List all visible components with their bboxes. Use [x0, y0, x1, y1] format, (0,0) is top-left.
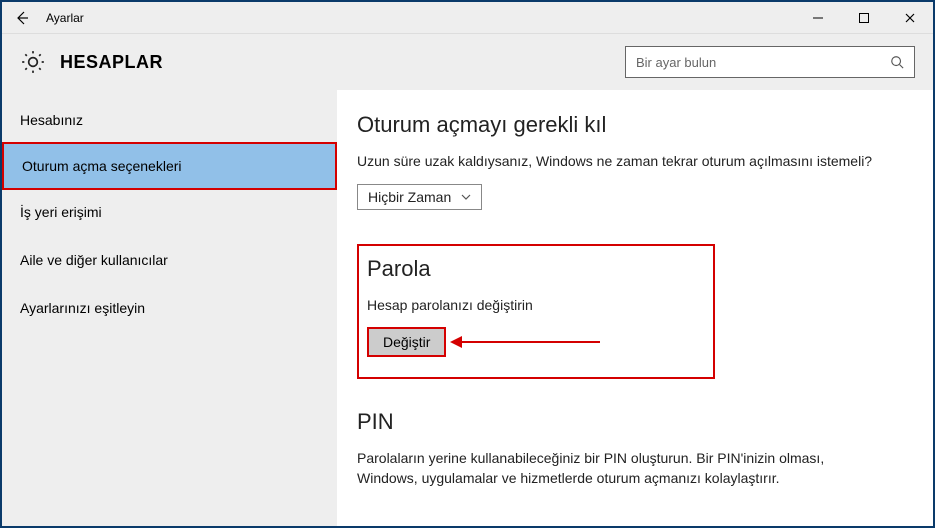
back-button[interactable]: [2, 2, 42, 34]
titlebar: Ayarlar: [2, 2, 933, 34]
sidebar-item-label: Ayarlarınızı eşitleyin: [20, 300, 145, 316]
pin-heading: PIN: [357, 409, 905, 435]
sidebar-item-account[interactable]: Hesabınız: [2, 96, 337, 144]
pin-description: Parolaların yerine kullanabileceğiniz bi…: [357, 449, 877, 488]
password-heading: Parola: [367, 256, 695, 282]
search-placeholder: Bir ayar bulun: [636, 55, 716, 70]
gear-icon: [20, 49, 46, 75]
window-title: Ayarlar: [46, 11, 84, 25]
change-password-label: Değiştir: [383, 334, 430, 350]
minimize-icon: [812, 12, 824, 24]
pin-section: PIN Parolaların yerine kullanabileceğini…: [357, 409, 905, 488]
sidebar-item-label: İş yeri erişimi: [20, 204, 102, 220]
sidebar-item-workplace-access[interactable]: İş yeri erişimi: [2, 188, 337, 236]
search-input[interactable]: Bir ayar bulun: [625, 46, 915, 78]
sidebar-item-label: Oturum açma seçenekleri: [22, 158, 182, 174]
settings-window: Ayarlar HESAPLAR Bir ayar bulun: [0, 0, 935, 528]
change-password-button[interactable]: Değiştir: [367, 327, 446, 357]
minimize-button[interactable]: [795, 2, 841, 34]
content: Oturum açmayı gerekli kıl Uzun süre uzak…: [337, 90, 933, 526]
body: Hesabınız Oturum açma seçenekleri İş yer…: [2, 90, 933, 526]
annotation-arrow: [460, 341, 600, 343]
password-section: Parola Hesap parolanızı değiştirin Değiş…: [357, 244, 715, 380]
require-signin-dropdown[interactable]: Hiçbir Zaman: [357, 184, 482, 210]
sidebar: Hesabınız Oturum açma seçenekleri İş yer…: [2, 90, 337, 526]
require-signin-heading: Oturum açmayı gerekli kıl: [357, 112, 905, 138]
chevron-down-icon: [461, 194, 471, 200]
sidebar-item-sync-settings[interactable]: Ayarlarınızı eşitleyin: [2, 284, 337, 332]
search-icon: [890, 55, 904, 69]
page-title: HESAPLAR: [60, 52, 163, 73]
maximize-button[interactable]: [841, 2, 887, 34]
sidebar-item-label: Aile ve diğer kullanıcılar: [20, 252, 168, 268]
sidebar-item-label: Hesabınız: [20, 112, 83, 128]
password-description: Hesap parolanızı değiştirin: [367, 296, 695, 316]
sidebar-item-family-users[interactable]: Aile ve diğer kullanıcılar: [2, 236, 337, 284]
close-button[interactable]: [887, 2, 933, 34]
dropdown-value: Hiçbir Zaman: [368, 189, 451, 205]
require-signin-description: Uzun süre uzak kaldıysanız, Windows ne z…: [357, 152, 905, 172]
close-icon: [904, 12, 916, 24]
arrow-left-icon: [14, 10, 30, 26]
header: HESAPLAR Bir ayar bulun: [2, 34, 933, 90]
sidebar-item-signin-options[interactable]: Oturum açma seçenekleri: [2, 142, 337, 190]
require-signin-section: Oturum açmayı gerekli kıl Uzun süre uzak…: [357, 112, 905, 210]
window-controls: [795, 2, 933, 34]
maximize-icon: [858, 12, 870, 24]
